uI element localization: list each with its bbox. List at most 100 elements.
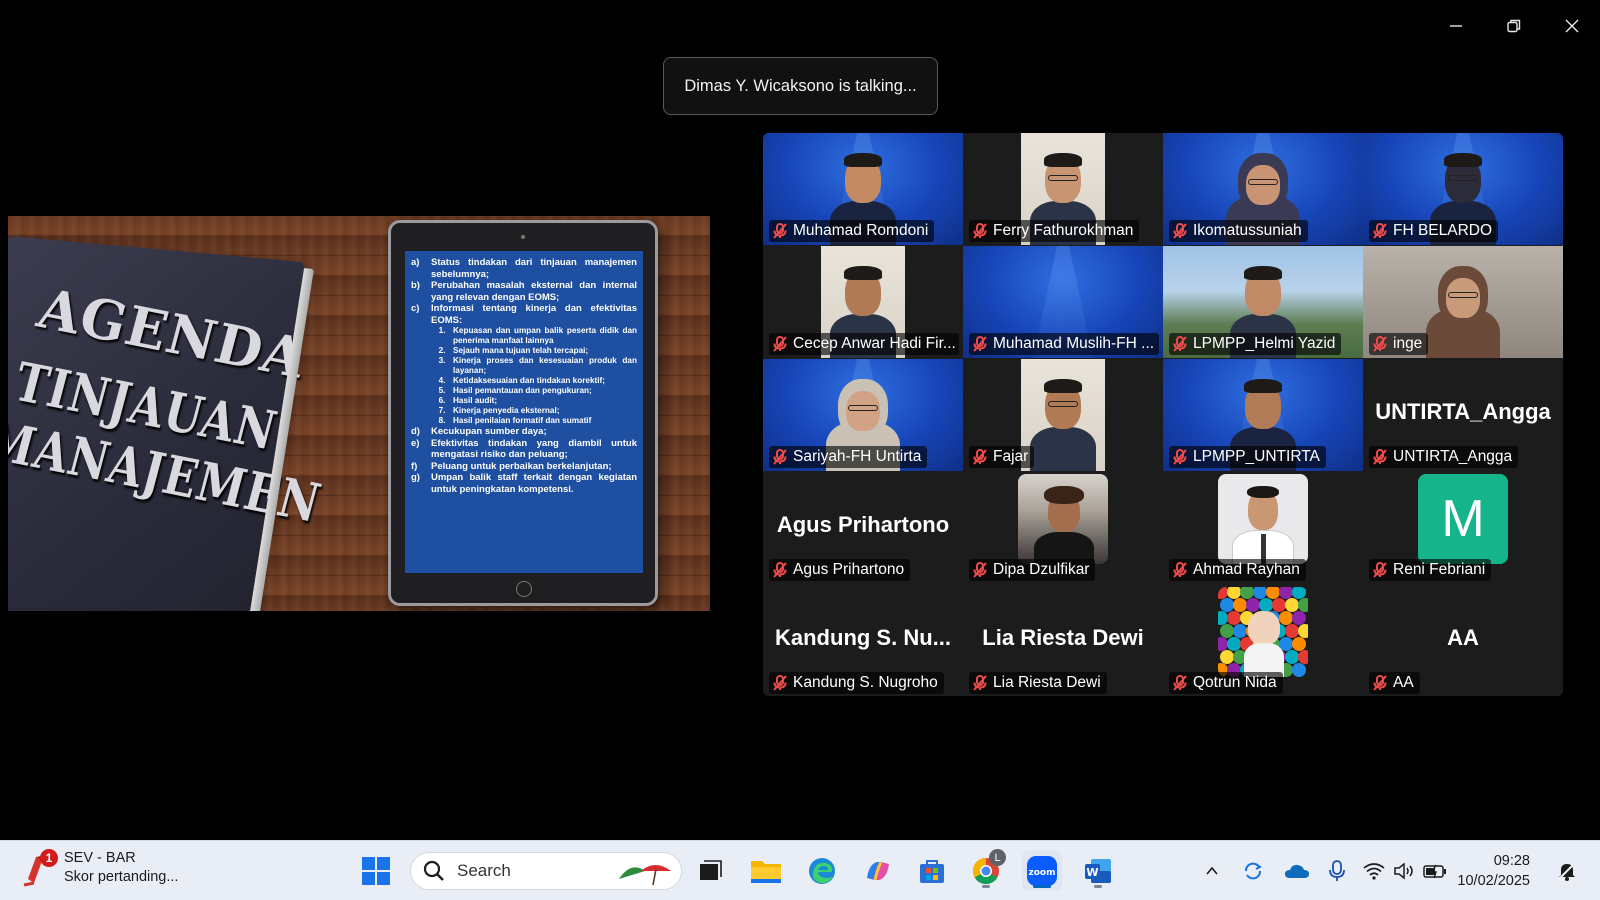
clock-time: 09:28 (1493, 853, 1530, 869)
participant-tile[interactable]: Dipa Dzulfikar (963, 472, 1163, 584)
agenda-item: f) Peluang untuk perbaikan berkelanjutan; (411, 461, 637, 473)
copilot-button[interactable] (858, 851, 898, 891)
participant-name-tag: Sariyah-FH Untirta (769, 446, 928, 468)
taskbar-search-box[interactable]: Search (410, 852, 682, 890)
task-view-button[interactable] (690, 851, 730, 891)
agenda-subitem: 7. Kinerja penyedia eksternal; (431, 406, 637, 416)
tablet-camera (521, 235, 525, 239)
agenda-marker: 2. (438, 346, 446, 355)
agenda-subitem: 5. Hasil pemantauan dan pengukuran; (431, 386, 637, 396)
agenda-item: b) Perubahan masalah eksternal dan intern… (411, 280, 637, 303)
participant-tile[interactable]: LPMPP_UNTIRTA (1163, 359, 1363, 471)
participant-tile[interactable]: Muhamad Romdoni (763, 133, 963, 245)
agenda-subitem: 3. Kinerja proses dan kesesuaian produk d… (431, 356, 637, 376)
muted-microphone-icon (1173, 675, 1187, 691)
participant-tile[interactable]: inge (1363, 246, 1563, 358)
participant-tile[interactable]: Qotrun Nida (1163, 585, 1363, 696)
search-placeholder: Search (457, 861, 511, 880)
agenda-book-image: AGENDA TINJAUAN MANAJEMEN (8, 236, 327, 611)
muted-microphone-icon (773, 223, 787, 239)
news-widget[interactable]: 1 SEV - BAR Skor pertanding... (20, 849, 178, 887)
show-hidden-icons-button[interactable] (1198, 851, 1226, 891)
participant-name: Sariyah-FH Untirta (793, 448, 922, 465)
agenda-subitem: 6. Hasil audit; (431, 396, 637, 406)
participant-tile[interactable]: Cecep Anwar Hadi Fir... (763, 246, 963, 358)
notification-bell-icon[interactable] (1550, 851, 1584, 891)
sync-tray-icon[interactable] (1238, 851, 1268, 891)
file-explorer-button[interactable] (746, 851, 786, 891)
volume-icon[interactable] (1390, 851, 1418, 891)
muted-microphone-icon (1373, 336, 1387, 352)
muted-microphone-icon (1373, 562, 1387, 578)
participant-tile[interactable]: Agus Prihartono Agus Prihartono (763, 472, 963, 584)
zoom-icon: zoom (1027, 856, 1057, 886)
muted-microphone-icon (1173, 562, 1187, 578)
clock-date: 10/02/2025 (1457, 873, 1530, 889)
participant-name: inge (1393, 335, 1423, 352)
participant-name: UNTIRTA_Angga (1393, 448, 1513, 465)
onedrive-icon[interactable] (1282, 851, 1312, 891)
participant-tile[interactable]: Ahmad Rayhan (1163, 472, 1363, 584)
agenda-text: Kecukupan sumber daya; (431, 426, 547, 437)
participant-tile[interactable]: Muhamad Muslih-FH ... (963, 246, 1163, 358)
participant-tile[interactable]: LPMPP_Helmi Yazid (1163, 246, 1363, 358)
participant-name-tag: Ferry Fathurokhman (969, 220, 1140, 242)
participant-name: Muhamad Muslih-FH ... (993, 335, 1155, 352)
restore-icon[interactable] (1494, 10, 1534, 42)
participant-tile[interactable]: UNTIRTA_Angga UNTIRTA_Angga (1363, 359, 1563, 471)
participant-name-tag: Qotrun Nida (1169, 672, 1283, 694)
battery-icon[interactable] (1420, 851, 1450, 891)
participant-display-name: UNTIRTA_Angga (1375, 399, 1551, 424)
agenda-text: Status tindakan dari tinjauan manajemen … (431, 257, 637, 280)
running-indicator (982, 885, 990, 888)
agenda-text: Ketidaksesuaian dan tindakan korektif; (453, 376, 605, 385)
participant-name: LPMPP_UNTIRTA (1193, 448, 1320, 465)
store-button[interactable] (912, 851, 952, 891)
participant-tile[interactable]: Ferry Fathurokhman (963, 133, 1163, 245)
muted-microphone-icon (1173, 336, 1187, 352)
muted-microphone-icon (773, 336, 787, 352)
close-icon[interactable] (1552, 10, 1592, 42)
muted-microphone-icon (1173, 449, 1187, 465)
word-button[interactable]: W (1078, 851, 1118, 891)
zoom-button[interactable]: zoom (1022, 851, 1062, 891)
agenda-marker: 3. (438, 356, 446, 365)
chrome-button[interactable]: L (966, 849, 1006, 891)
edge-button[interactable] (802, 851, 842, 891)
participant-tile[interactable]: AA AA (1363, 585, 1563, 696)
notification-badge: 1 (40, 849, 58, 867)
participant-tile[interactable]: M Reni Febriani (1363, 472, 1563, 584)
muted-microphone-icon (973, 449, 987, 465)
profile-photo (1218, 587, 1308, 677)
participant-tile[interactable]: Ikomatussuniah (1163, 133, 1363, 245)
participant-name-tag: LPMPP_UNTIRTA (1169, 446, 1326, 468)
muted-microphone-icon (773, 449, 787, 465)
participant-tile[interactable]: Sariyah-FH Untirta (763, 359, 963, 471)
taskbar-clock[interactable]: 09:28 10/02/2025 (1457, 851, 1530, 891)
sports-widget-icon: 1 (20, 849, 58, 887)
agenda-marker: f) (411, 460, 418, 472)
participant-name: Agus Prihartono (793, 561, 905, 578)
start-button[interactable] (356, 851, 396, 891)
participant-name: Ferry Fathurokhman (993, 222, 1134, 239)
microphone-icon[interactable] (1322, 851, 1352, 891)
muted-microphone-icon (773, 675, 787, 691)
agenda-marker: 7. (438, 406, 446, 415)
participant-tile[interactable]: FH BELARDO (1363, 133, 1563, 245)
participant-name: Ahmad Rayhan (1193, 561, 1300, 578)
participant-name: Cecep Anwar Hadi Fir... (793, 335, 956, 352)
participant-gallery: Muhamad Romdoni Ferry Fathurokhman Ikomatu… (763, 133, 1563, 696)
participant-tile[interactable]: Lia Riesta Dewi Lia Riesta Dewi (963, 585, 1163, 696)
agenda-marker: 5. (438, 386, 446, 395)
agenda-text: Hasil pemantauan dan pengukuran; (453, 386, 592, 395)
muted-microphone-icon (973, 223, 987, 239)
widget-title: SEV - BAR (64, 850, 136, 866)
participant-tile[interactable]: Kandung S. Nu... Kandung S. Nugroho (763, 585, 963, 696)
agenda-subitem: 1. Kepuasan dan umpan balik peserta didik… (431, 326, 637, 346)
participant-tile[interactable]: Fajar (963, 359, 1163, 471)
minimize-icon[interactable] (1436, 10, 1476, 42)
wifi-icon[interactable] (1360, 851, 1388, 891)
tablet-image: a) Status tindakan dari tinjauan manajeme… (388, 220, 658, 606)
participant-name: AA (1393, 674, 1414, 691)
agenda-marker: c) (411, 303, 420, 314)
